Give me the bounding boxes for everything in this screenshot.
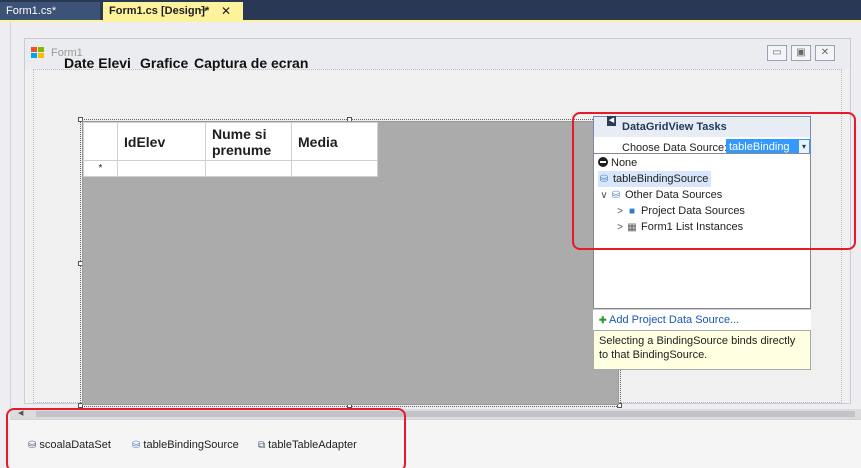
grid-table: IdElev Nume si prenume Media * bbox=[83, 122, 378, 177]
highlight-annotation bbox=[572, 112, 856, 250]
close-icon[interactable]: ✕ bbox=[221, 2, 231, 20]
document-tab-strip: Form1.cs* Form1.cs [Design]* ⊸ ✕ bbox=[0, 0, 861, 22]
minimize-button[interactable]: ▭ bbox=[767, 45, 787, 61]
new-row-marker: * bbox=[83, 160, 118, 177]
tooltip-description: Selecting a BindingSource binds directly… bbox=[593, 330, 811, 370]
tab-form1-code[interactable]: Form1.cs* bbox=[0, 2, 100, 22]
form-icon bbox=[31, 47, 45, 59]
add-icon: ✚ bbox=[599, 315, 607, 325]
row-header-corner bbox=[83, 122, 118, 161]
data-grid-view[interactable]: IdElev Nume si prenume Media * bbox=[82, 121, 619, 405]
column-header-nume-prenume[interactable]: Nume si prenume bbox=[205, 122, 292, 161]
maximize-button[interactable]: ▣ bbox=[791, 45, 811, 61]
add-project-data-source-link[interactable]: ✚ Add Project Data Source... bbox=[593, 309, 811, 330]
tab-grafice[interactable]: Grafice bbox=[140, 52, 188, 74]
grid-header-row: IdElev Nume si prenume Media bbox=[83, 122, 378, 161]
grid-cell[interactable] bbox=[205, 160, 292, 177]
tab-captura-de-ecran[interactable]: Captura de ecran bbox=[194, 52, 308, 74]
tab-form1-design-label: Form1.cs [Design]* bbox=[109, 5, 210, 17]
grid-cell[interactable] bbox=[117, 160, 206, 177]
tab-date-elevi[interactable]: Date Elevi bbox=[64, 52, 131, 74]
form-close-button[interactable]: ✕ bbox=[815, 45, 835, 61]
pin-icon[interactable]: ⊸ bbox=[198, 2, 206, 20]
tab-form1-design[interactable]: Form1.cs [Design]* ⊸ ✕ bbox=[103, 2, 243, 22]
column-header-media[interactable]: Media bbox=[291, 122, 378, 161]
add-link-label: Add Project Data Source... bbox=[609, 314, 740, 326]
highlight-annotation bbox=[6, 408, 406, 468]
table-row[interactable]: * bbox=[83, 160, 378, 177]
column-header-idelev[interactable]: IdElev bbox=[117, 122, 206, 161]
grid-cell[interactable] bbox=[291, 160, 378, 177]
